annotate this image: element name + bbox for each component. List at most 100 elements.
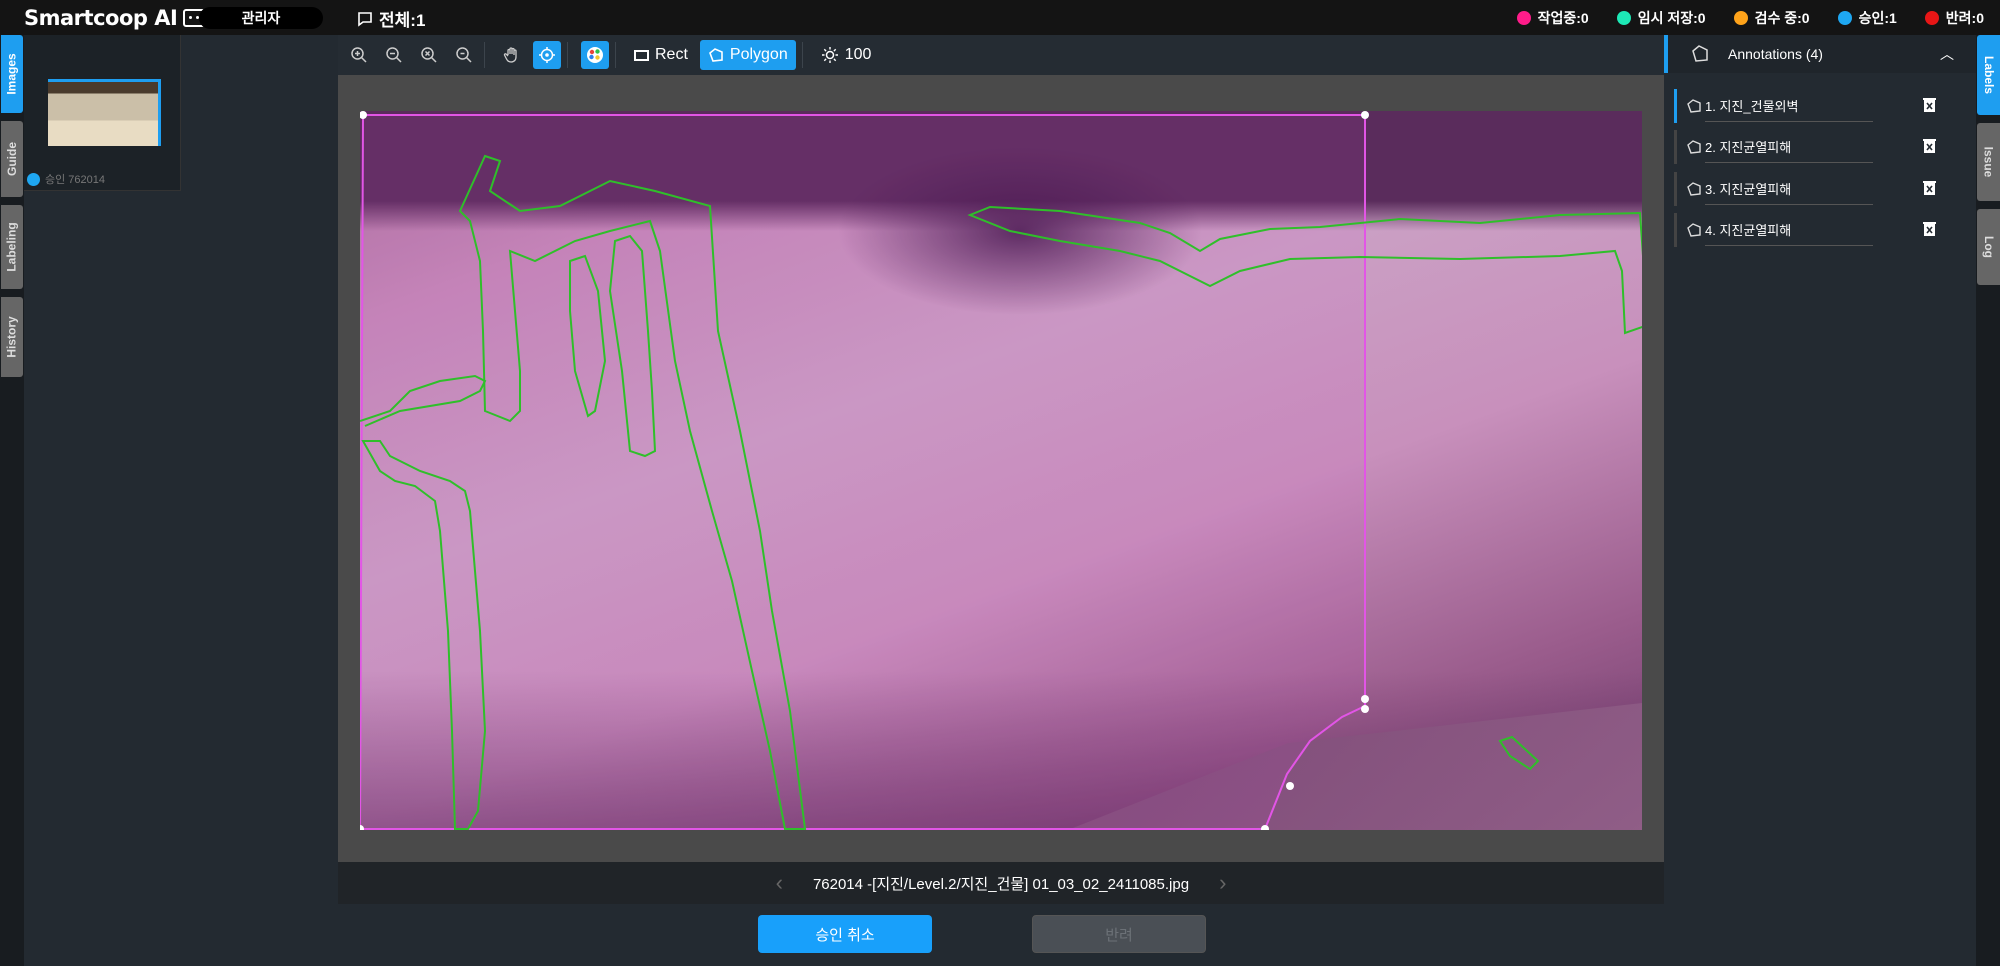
annotation-item[interactable]: 4. 지진균열피해	[1674, 213, 1964, 247]
annotation-label: 2. 지진균열피해	[1705, 137, 1873, 163]
thumbnail-label: 승인 762014	[45, 174, 106, 186]
color-palette-button[interactable]	[581, 41, 609, 69]
zoom-out-button[interactable]	[380, 41, 408, 69]
annotation-polygon-crack-small[interactable]	[1498, 735, 1540, 771]
polygon-tool-button[interactable]: Polygon	[699, 40, 796, 70]
rect-tool-label: Rect	[655, 46, 688, 63]
annotation-label: 1. 지진_건물외벽	[1705, 96, 1873, 122]
tab-label: Images	[5, 53, 20, 95]
select-tool-button[interactable]	[533, 41, 561, 69]
app-logo[interactable]: Smartcoop AI	[24, 5, 206, 30]
annotation-item[interactable]: 3. 지진균열피해	[1674, 172, 1964, 206]
zoom-in-icon	[351, 47, 367, 63]
zoom-reset-button[interactable]	[415, 41, 443, 69]
top-bar: Smartcoop AI 관리자 전체:1 작업중:0 임시 저장:0 검수 중…	[0, 0, 2000, 35]
polygon-icon	[1687, 182, 1701, 196]
status-summary: 작업중:0 임시 저장:0 검수 중:0 승인:1 반려:0	[1516, 0, 1984, 35]
zoom-fit-button[interactable]	[450, 41, 478, 69]
next-image-button[interactable]: ›	[1219, 870, 1226, 896]
left-tab-rail: Images Guide Labeling History	[0, 35, 24, 966]
status-label: 임시 저장:0	[1637, 9, 1706, 26]
annotations-title: Annotations (4)	[1728, 46, 1823, 62]
crosshair-icon	[539, 47, 555, 63]
status-label: 검수 중:0	[1754, 9, 1810, 26]
total-count: 전체:1	[357, 6, 425, 31]
delete-icon[interactable]	[1923, 221, 1936, 237]
rect-tool-button[interactable]: Rect	[626, 40, 696, 70]
status-approved[interactable]: 승인:1	[1837, 8, 1897, 28]
polygon-tool-label: Polygon	[729, 46, 788, 63]
image-filename: 762014 -[지진/Level.2/지진_건물] 01_03_02_2411…	[812, 875, 1190, 893]
annotation-polygon-wall[interactable]	[360, 114, 1366, 830]
user-role-badge[interactable]: 관리자	[199, 7, 323, 29]
status-rejected[interactable]: 반려:0	[1924, 8, 1984, 28]
total-count-label: 전체:1	[379, 11, 426, 30]
annotation-overlay	[360, 111, 1642, 830]
status-temp-saved[interactable]: 임시 저장:0	[1616, 8, 1706, 28]
tab-label: Guide	[5, 141, 20, 177]
thumbnail-caption: 승인 762014	[27, 171, 105, 187]
status-dot	[1516, 10, 1531, 25]
zoom-out-icon	[386, 47, 402, 63]
status-reviewing[interactable]: 검수 중:0	[1733, 8, 1810, 28]
delete-icon[interactable]	[1923, 138, 1936, 154]
polygon-icon	[1692, 45, 1708, 62]
status-dot	[1837, 10, 1852, 25]
annotation-item[interactable]: 2. 지진균열피해	[1674, 130, 1964, 164]
status-label: 작업중:0	[1537, 9, 1589, 26]
polygon-icon	[1687, 140, 1701, 154]
image-navigator: ‹ 762014 -[지진/Level.2/지진_건물] 01_03_02_24…	[338, 862, 1664, 904]
annotations-header[interactable]: Annotations (4) ︿	[1664, 35, 1976, 73]
annotation-label: 3. 지진균열피해	[1705, 179, 1873, 205]
status-dot	[1616, 10, 1631, 25]
tab-history[interactable]: History	[1, 297, 23, 377]
tab-guide[interactable]: Guide	[1, 121, 23, 197]
annotation-item[interactable]: 1. 지진_건물외벽	[1674, 89, 1964, 123]
image-thumbnail-panel: 승인 762014	[24, 35, 181, 191]
annotation-indicator	[1674, 89, 1677, 123]
palette-icon	[587, 47, 603, 63]
annotation-label: 4. 지진균열피해	[1705, 220, 1873, 246]
tab-labels[interactable]: Labels	[1977, 35, 2000, 115]
zoom-fit-icon	[456, 47, 472, 63]
canvas-toolbar: Rect Polygon 100	[338, 35, 1664, 75]
annotations-panel: Annotations (4) ︿ 1. 지진_건물외벽 2. 지진균열피해 3…	[1664, 35, 1976, 966]
tab-labeling[interactable]: Labeling	[1, 205, 23, 289]
toolbar-divider	[484, 42, 485, 68]
prev-image-button[interactable]: ‹	[776, 870, 783, 896]
toolbar-divider	[801, 42, 803, 68]
toolbar-divider	[615, 42, 616, 68]
status-label: 승인:1	[1858, 9, 1897, 26]
right-tab-rail: Labels Issue Log	[1976, 35, 2000, 966]
delete-icon[interactable]	[1923, 97, 1936, 113]
tab-label: Issue	[1981, 146, 1996, 178]
brightness-value: 100	[844, 46, 872, 63]
annotation-indicator	[1674, 172, 1677, 206]
status-working[interactable]: 작업중:0	[1516, 8, 1589, 28]
toolbar-divider	[567, 42, 568, 68]
annotated-image[interactable]	[360, 111, 1642, 830]
polygon-icon	[1687, 99, 1701, 113]
tab-images[interactable]: Images	[1, 35, 23, 113]
chevron-up-icon[interactable]: ︿	[1940, 44, 1954, 64]
cancel-approval-button[interactable]: 승인 취소	[758, 915, 932, 953]
zoom-in-button[interactable]	[345, 41, 373, 69]
logo-text: Smartcoop AI	[24, 5, 178, 30]
reject-button[interactable]: 반려	[1032, 915, 1206, 953]
hand-icon	[503, 47, 517, 63]
action-bar: 승인 취소 반려	[338, 904, 1664, 966]
polygon-icon	[1687, 223, 1701, 237]
tab-label: Labels	[1981, 55, 1996, 95]
status-dot	[1733, 10, 1748, 25]
tab-log[interactable]: Log	[1977, 209, 2000, 285]
tab-issue[interactable]: Issue	[1977, 123, 2000, 201]
annotation-indicator	[1674, 130, 1677, 164]
annotation-canvas[interactable]	[338, 75, 1664, 862]
polygon-icon	[708, 48, 723, 62]
chat-icon	[358, 11, 372, 27]
image-thumbnail[interactable]	[48, 79, 161, 146]
brightness-control[interactable]: 100	[813, 40, 880, 70]
delete-icon[interactable]	[1923, 180, 1936, 196]
pan-tool-button[interactable]	[498, 41, 526, 69]
tab-label: Labeling	[5, 222, 19, 272]
